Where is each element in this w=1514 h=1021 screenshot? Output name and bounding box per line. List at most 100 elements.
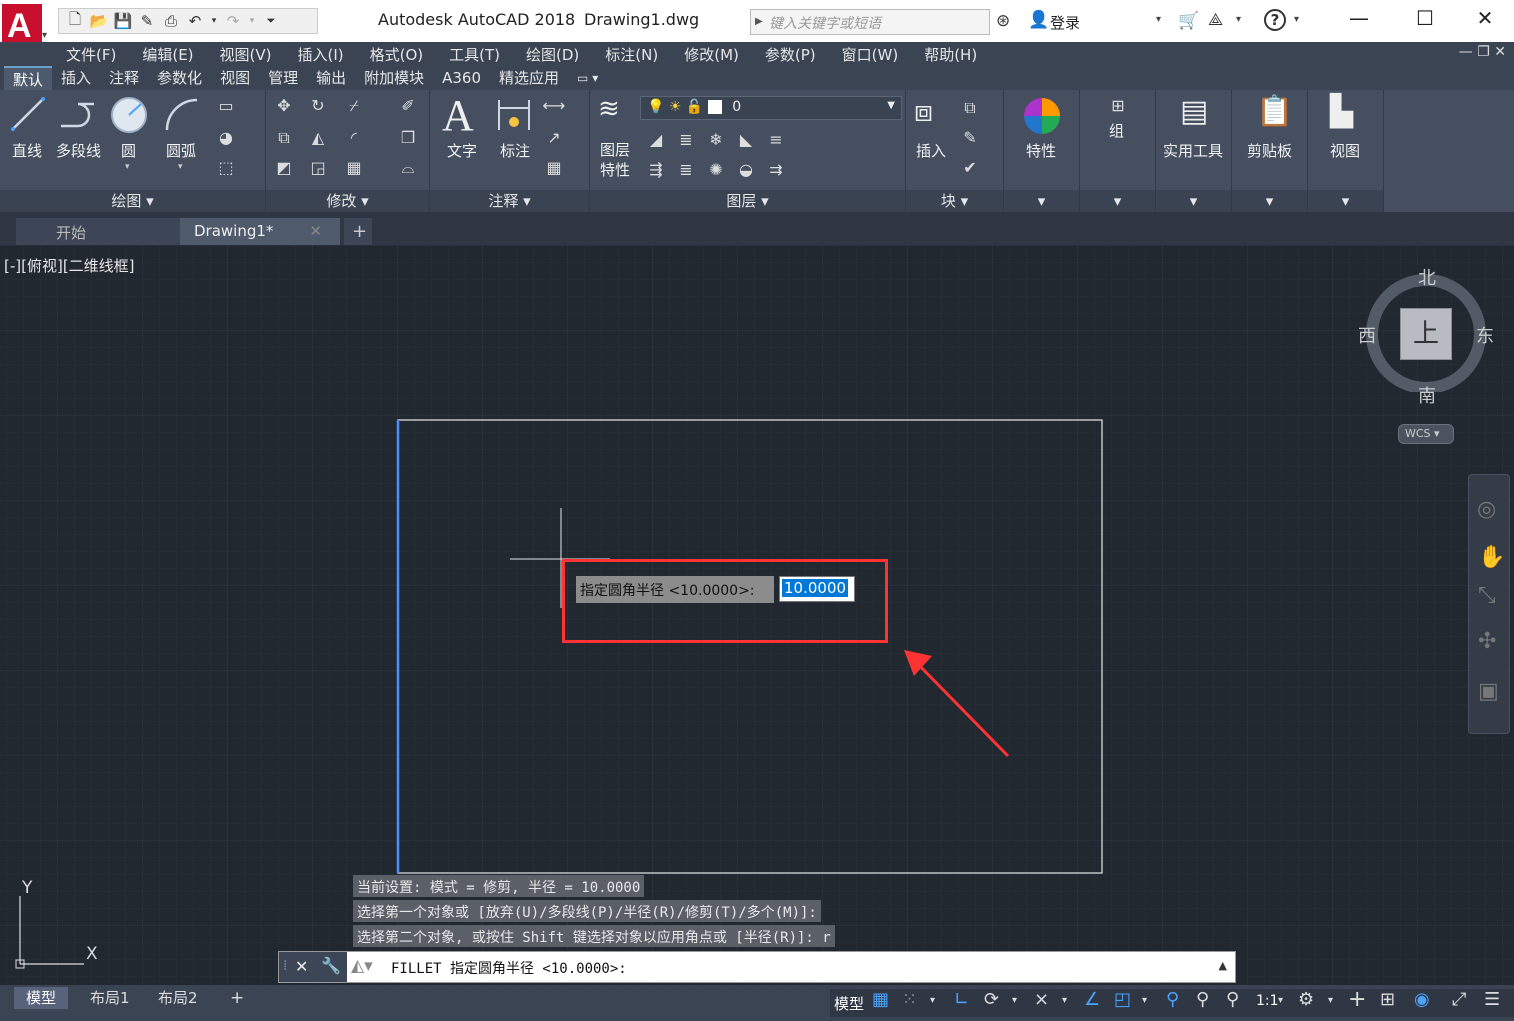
workspace-gear-icon[interactable]: ⚙ bbox=[1298, 989, 1314, 1010]
menu-help[interactable]: 帮助(H) bbox=[924, 44, 977, 65]
new-tab-button[interactable]: + bbox=[344, 218, 372, 245]
showmotion-icon[interactable]: ▣ bbox=[1478, 679, 1499, 704]
customize-qat-icon[interactable]: ⏷ bbox=[261, 12, 281, 30]
save-icon[interactable]: 💾 bbox=[113, 12, 133, 30]
grid-icon[interactable]: ▦ bbox=[872, 989, 889, 1010]
viewcube-south[interactable]: 南 bbox=[1418, 382, 1436, 408]
help-icon[interactable]: ? bbox=[1264, 9, 1286, 31]
layer-properties-icon[interactable]: ≋ bbox=[598, 94, 620, 124]
explode-icon[interactable]: ❒ bbox=[396, 128, 420, 150]
polyline-icon[interactable] bbox=[58, 96, 100, 132]
polyline-label[interactable]: 多段线 bbox=[56, 140, 101, 161]
scale-dropdown-icon[interactable]: ▾ bbox=[1278, 995, 1283, 1006]
snap-icon[interactable]: ⁙ bbox=[902, 989, 917, 1010]
layers-panel-title[interactable]: 图层 ▾ bbox=[590, 190, 905, 212]
utilities-panel-expander[interactable]: ▾ bbox=[1156, 190, 1231, 212]
layout-tab-model[interactable]: 模型 bbox=[14, 987, 69, 1009]
tab-start[interactable]: 开始 bbox=[16, 218, 180, 245]
layout-tab-1[interactable]: 布局1 bbox=[78, 987, 142, 1009]
tab-default[interactable]: 默认 bbox=[4, 66, 53, 90]
zoom-extents-icon[interactable]: ⤡ bbox=[1478, 583, 1496, 608]
rotate-icon[interactable]: ↻ bbox=[306, 96, 330, 118]
groups-panel-expander[interactable]: ▾ bbox=[1080, 190, 1155, 212]
search-input[interactable]: ▶ 键入关键字或短语 bbox=[750, 9, 990, 35]
create-block-icon[interactable]: ⧉ bbox=[958, 98, 982, 120]
layer-lock-icon[interactable]: ◣ bbox=[734, 130, 758, 152]
array-icon[interactable]: ▦ bbox=[342, 158, 366, 180]
command-input[interactable]: FILLET 指定圆角半径 <10.0000>: bbox=[391, 958, 627, 978]
menu-parametric[interactable]: 参数(P) bbox=[765, 44, 816, 65]
maximize-button[interactable]: ☐ bbox=[1408, 6, 1442, 34]
dimension-icon[interactable] bbox=[496, 96, 532, 132]
model-space-button[interactable]: 模型 bbox=[834, 993, 864, 1014]
layer-current-icon[interactable]: ⇶ bbox=[644, 160, 668, 182]
close-cmd-icon[interactable]: ✕ bbox=[295, 957, 308, 976]
close-button[interactable]: ✕ bbox=[1468, 6, 1502, 34]
layer-match-icon[interactable]: ≡ bbox=[764, 130, 788, 152]
clipboard-panel-expander[interactable]: ▾ bbox=[1232, 190, 1307, 212]
menu-draw[interactable]: 绘图(D) bbox=[526, 44, 579, 65]
erase-icon[interactable]: ✐ bbox=[396, 96, 420, 118]
layer-dropdown[interactable]: 💡 ☀ 🔓 0 ▼ bbox=[640, 96, 902, 120]
polar-icon[interactable]: ⟳ bbox=[984, 989, 999, 1010]
tab-drawing1[interactable]: Drawing1* ✕ bbox=[180, 218, 340, 245]
stretch-icon[interactable]: ◩ bbox=[272, 158, 296, 180]
layer-properties-label[interactable]: 图层 特性 bbox=[600, 140, 630, 180]
steering-wheel-icon[interactable]: ◎ bbox=[1477, 497, 1496, 522]
menu-file[interactable]: 文件(F) bbox=[66, 44, 116, 65]
snap-dropdown-icon[interactable]: ▾ bbox=[930, 995, 935, 1006]
new-icon[interactable]: 🗋 bbox=[65, 10, 85, 30]
arc-dropdown-icon[interactable]: ▾ bbox=[178, 162, 183, 172]
text-icon[interactable]: A bbox=[442, 90, 474, 141]
layer-freeze-icon[interactable]: ❄ bbox=[704, 130, 728, 152]
leader-icon[interactable]: ↗ bbox=[542, 128, 566, 150]
view-panel-expander[interactable]: ▾ bbox=[1308, 190, 1383, 212]
group-icon[interactable]: ⊞ bbox=[1106, 96, 1130, 118]
circle-icon[interactable] bbox=[110, 96, 148, 134]
offset-icon[interactable]: ⌓ bbox=[396, 158, 420, 180]
properties-panel-expander[interactable]: ▾ bbox=[1004, 190, 1079, 212]
view-icon[interactable]: ▙ bbox=[1330, 94, 1353, 129]
scale-icon[interactable]: ◲ bbox=[306, 158, 330, 180]
circle-dropdown-icon[interactable]: ▾ bbox=[125, 162, 130, 172]
command-line[interactable]: ⁞ ✕ 🔧 ◭▾ FILLET 指定圆角半径 <10.0000>: ▲ bbox=[278, 951, 1236, 983]
menu-dimension[interactable]: 标注(N) bbox=[605, 44, 658, 65]
print-icon[interactable]: ⎙ bbox=[161, 12, 181, 30]
tab-parametric[interactable]: 参数化 bbox=[148, 66, 211, 90]
annotation-scale-icon[interactable]: ⚲ bbox=[1226, 989, 1239, 1010]
table-icon[interactable]: ▦ bbox=[542, 158, 566, 180]
recent-commands-icon[interactable]: ◭▾ bbox=[351, 956, 373, 976]
redo-dropdown-icon[interactable]: ▾ bbox=[247, 12, 257, 30]
modify-panel-title[interactable]: 修改 ▾ bbox=[266, 190, 429, 212]
add-layout-button[interactable]: + bbox=[218, 987, 256, 1009]
menu-edit[interactable]: 编辑(E) bbox=[142, 44, 193, 65]
line-icon[interactable] bbox=[10, 96, 46, 132]
menu-tools[interactable]: 工具(T) bbox=[449, 44, 500, 65]
ortho-icon[interactable]: ∟ bbox=[954, 989, 969, 1010]
arc-icon[interactable] bbox=[163, 96, 201, 134]
block-attribute-icon[interactable]: ✔ bbox=[958, 158, 982, 180]
auto-scale-icon[interactable]: ⚲ bbox=[1196, 989, 1209, 1010]
isodraft-icon[interactable]: ⨯ bbox=[1034, 989, 1049, 1010]
viewcube-west[interactable]: 西 bbox=[1358, 322, 1376, 348]
object-snap-icon[interactable]: ◰ bbox=[1114, 989, 1131, 1010]
a360-dropdown-icon[interactable]: ▾ bbox=[1236, 14, 1241, 25]
block-panel-title[interactable]: 块 ▾ bbox=[906, 190, 1003, 212]
tab-output[interactable]: 输出 bbox=[307, 66, 355, 90]
edit-block-icon[interactable]: ✎ bbox=[958, 128, 982, 150]
tab-a360[interactable]: A360 bbox=[433, 66, 490, 90]
tab-addins[interactable]: 附加模块 bbox=[355, 66, 433, 90]
rectangle-icon[interactable]: ▭ bbox=[214, 96, 238, 118]
menu-format[interactable]: 格式(O) bbox=[370, 44, 424, 65]
wcs-menu[interactable]: WCS ▾ bbox=[1398, 424, 1454, 444]
circle-label[interactable]: 圆 bbox=[121, 140, 136, 161]
viewcube-east[interactable]: 东 bbox=[1476, 322, 1494, 348]
fillet-icon[interactable]: ◜ bbox=[342, 128, 366, 150]
layer-thaw-icon[interactable]: ✺ bbox=[704, 160, 728, 182]
insert-block-icon[interactable]: ⧈ bbox=[914, 94, 933, 129]
layer-walk-icon[interactable]: ⇉ bbox=[764, 160, 788, 182]
tab-annotate[interactable]: 注释 bbox=[100, 66, 148, 90]
hatch-icon[interactable]: ◕ bbox=[214, 128, 238, 150]
menu-window[interactable]: 窗口(W) bbox=[842, 44, 899, 65]
menu-modify[interactable]: 修改(M) bbox=[684, 44, 739, 65]
